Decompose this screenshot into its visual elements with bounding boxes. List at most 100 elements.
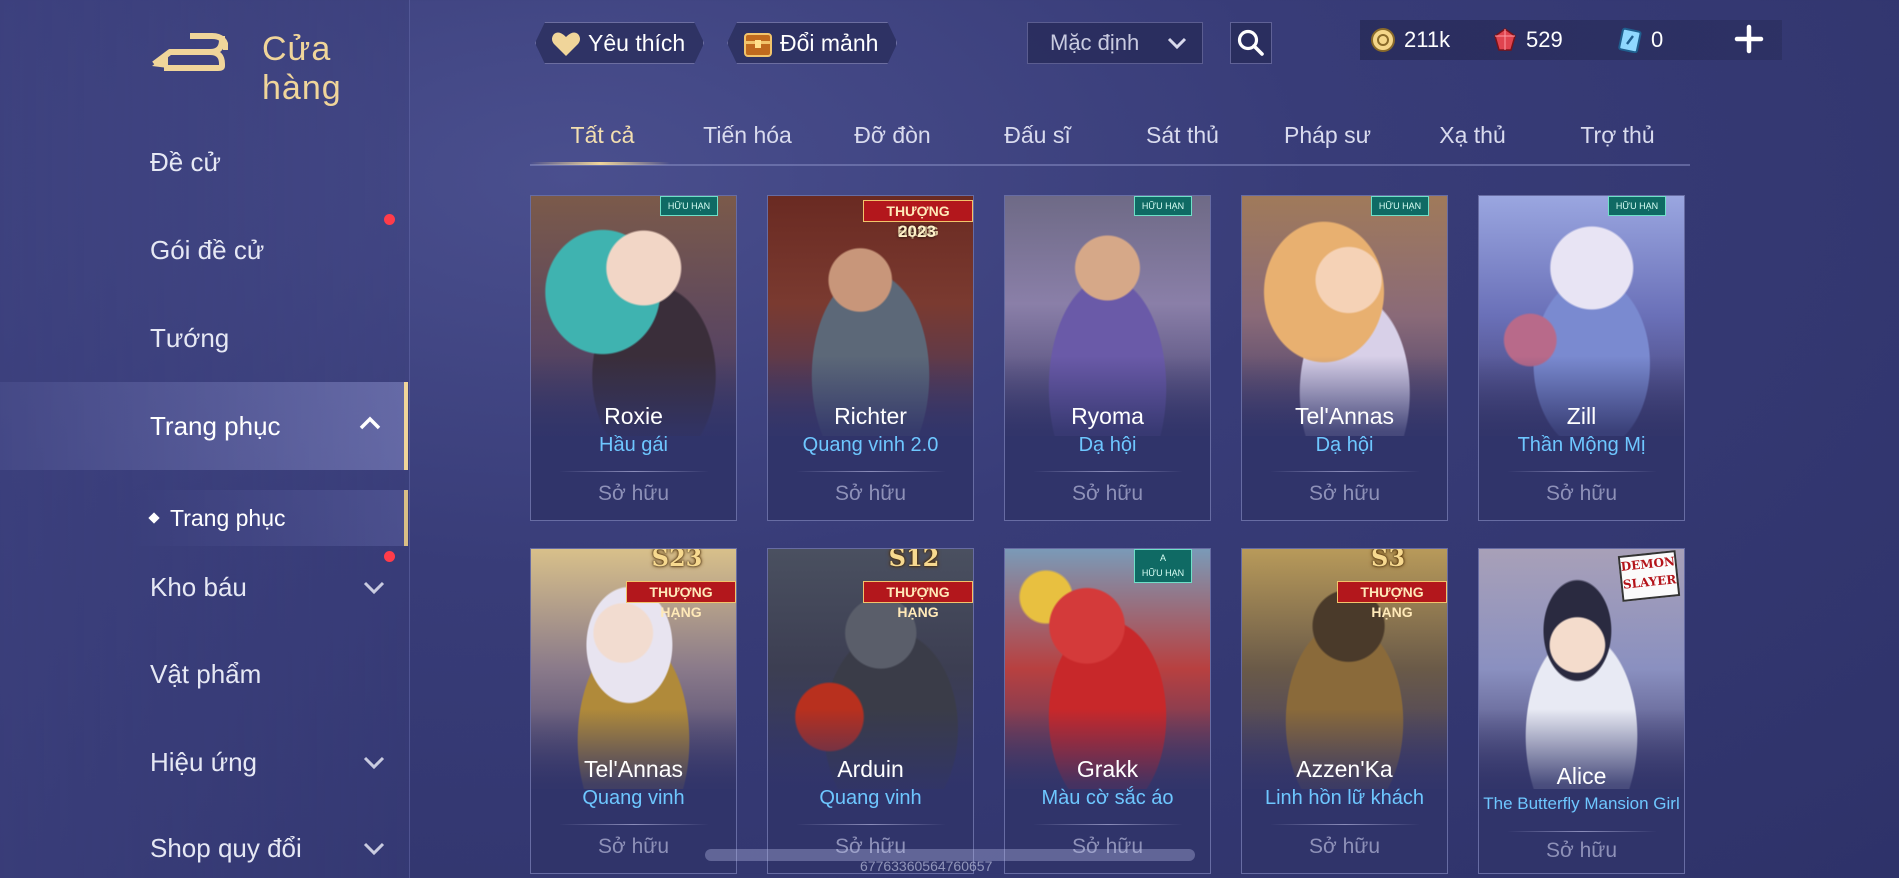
sidebar-item-label: Hiệu ứng (150, 746, 258, 777)
tab-assassin[interactable]: Sát thủ (1110, 122, 1255, 149)
owned-status: Sở hữu (834, 482, 907, 505)
chevron-down-icon (1167, 37, 1187, 50)
tab-all[interactable]: Tất cả (530, 122, 675, 149)
tab-tank[interactable]: Đỡ đòn (820, 122, 965, 149)
divider (1507, 471, 1657, 472)
hero-name: Tel'Annas (1294, 403, 1394, 429)
skin-card[interactable]: HỮU HẠN Roxie Hầu gái Sở hữu (530, 195, 737, 521)
skin-card[interactable]: HỮU HẠN Tel'Annas Dạ hội Sở hữu (1241, 195, 1448, 521)
sidebar-item-label: Vật phẩm (150, 658, 262, 689)
page-title: Cửa hàng (262, 30, 342, 107)
sidebar-item-skins[interactable]: Trang phục (0, 382, 408, 470)
skin-name: Quang vinh 2.0 (802, 434, 939, 456)
skin-name: Dạ hội (1315, 434, 1374, 456)
hero-name: Arduin (837, 756, 904, 782)
exchange-fragments-button[interactable]: Đổi mảnh (727, 22, 897, 64)
rank-badge: THƯỢNG HẠNG (863, 200, 973, 239)
owned-status: Sở hữu (1545, 839, 1618, 862)
owned-status: Sở hữu (1308, 482, 1381, 505)
tab-mage[interactable]: Pháp sư (1255, 122, 1400, 149)
active-tab-indicator (530, 162, 670, 165)
back-arrow-icon[interactable] (150, 28, 229, 72)
tab-marksman[interactable]: Xạ thủ (1400, 122, 1545, 149)
limited-badge-grade: A (1159, 553, 1166, 563)
ruby-currency: 529 (1492, 20, 1563, 60)
sort-dropdown[interactable]: Mặc định (1027, 22, 1203, 64)
chevron-down-icon (363, 581, 385, 595)
skin-name: Dạ hội (1078, 434, 1137, 456)
owned-status: Sở hữu (597, 482, 670, 505)
divider (1033, 824, 1183, 825)
ruby-gem-icon (1494, 28, 1516, 51)
sidebar-item-label: Trang phục (150, 410, 281, 441)
divider (1033, 471, 1183, 472)
skin-card[interactable]: S23 THƯỢNG HẠNG Tel'Annas Quang vinh Sở … (530, 548, 737, 874)
gold-coin-icon (1371, 28, 1395, 52)
hero-name: Roxie (604, 403, 663, 429)
sort-value: Mặc định (1050, 30, 1140, 55)
rank-badge: THƯỢNG HẠNG (863, 581, 973, 620)
favorites-button[interactable]: Yêu thích (535, 22, 704, 64)
season-badge: S23 (651, 548, 703, 572)
favorites-label: Yêu thích (588, 29, 686, 56)
chevron-up-icon (359, 416, 381, 430)
skin-card[interactable]: HỮU HẠN Ryoma Dạ hội Sở hữu (1004, 195, 1211, 521)
sidebar-subitem-skins[interactable]: Trang phục (130, 490, 408, 546)
skin-card[interactable]: DEMON SLAYER Alice The Butterfly Mansion… (1478, 548, 1685, 874)
divider (796, 471, 946, 472)
skin-name: Màu cờ sắc áo (1041, 787, 1174, 809)
hero-name: Alice (1556, 763, 1607, 789)
sidebar-item-label: Shop quy đổi (150, 832, 302, 863)
owned-status: Sở hữu (1308, 835, 1381, 858)
limited-badge: HỮU HẠN (1134, 196, 1192, 216)
skin-name: Thần Mộng Mị (1517, 434, 1646, 456)
skin-name: Hầu gái (599, 434, 668, 456)
sidebar-item-recommended[interactable]: Đề cử (0, 120, 408, 204)
owned-status: Sở hữu (1545, 482, 1618, 505)
skin-name: Quang vinh (582, 787, 685, 809)
sidebar-item-treasure[interactable]: Kho báu (0, 545, 408, 629)
season-badge: S12 (888, 548, 940, 572)
sidebar-item-items[interactable]: Vật phẩm (0, 632, 408, 716)
skin-card[interactable]: S12 THƯỢNG HẠNG Arduin Quang vinh Sở hữu (767, 548, 974, 874)
tab-support[interactable]: Trợ thủ (1545, 122, 1690, 149)
skin-card[interactable]: THƯỢNG HẠNG 2023 Richter Quang vinh 2.0 … (767, 195, 974, 521)
tab-evolution[interactable]: Tiến hóa (675, 122, 820, 149)
divider (796, 824, 946, 825)
sidebar-item-effects[interactable]: Hiệu ứng (0, 720, 408, 804)
sidebar-item-exchange-shop[interactable]: Shop quy đổi (0, 806, 408, 878)
demon-slayer-badge: DEMON SLAYER (1617, 550, 1681, 602)
limited-badge: HỮU HẠN (1371, 196, 1429, 216)
hero-name: Azzen'Ka (1296, 756, 1393, 782)
divider (1270, 471, 1420, 472)
sidebar-item-heroes[interactable]: Tướng (0, 296, 408, 380)
gold-currency: 211k (1370, 20, 1450, 60)
voucher-ticket-icon (1618, 27, 1642, 53)
skin-card[interactable]: A HỮU HẠN Grakk Màu cờ sắc áo Sở hữu (1004, 548, 1211, 874)
divider (1507, 831, 1657, 832)
voucher-currency: 0 (1617, 20, 1663, 60)
skin-card[interactable]: S3 THƯỢNG HẠNG Azzen'Ka Linh hồn lữ khác… (1241, 548, 1448, 874)
build-code: 67763360564760657 (860, 858, 993, 874)
hero-name: Ryoma (1071, 403, 1144, 429)
skin-name: Linh hồn lữ khách (1264, 787, 1425, 809)
sidebar-item-label: Kho báu (150, 571, 247, 602)
ruby-amount: 529 (1526, 27, 1563, 52)
sidebar-item-recommended-packs[interactable]: Gói đề cử (0, 208, 408, 292)
tab-fighter[interactable]: Đấu sĩ (965, 122, 1110, 149)
sidebar-item-label: Đề cử (150, 146, 221, 177)
notification-dot (384, 551, 395, 562)
heart-icon (550, 28, 582, 60)
divider (1270, 824, 1420, 825)
search-button[interactable] (1230, 22, 1272, 64)
exchange-fragments-label: Đổi mảnh (780, 29, 879, 56)
hero-name: Richter (834, 403, 907, 429)
treasure-chest-icon (742, 28, 774, 60)
add-currency-plus-icon[interactable] (1734, 24, 1764, 54)
hero-name: Grakk (1076, 756, 1139, 782)
sidebar-item-label: Gói đề cử (150, 234, 265, 265)
skin-card[interactable]: HỮU HẠN Zill Thần Mộng Mị Sở hữu (1478, 195, 1685, 521)
notification-dot (384, 214, 395, 225)
season-badge: S3 (1370, 548, 1406, 572)
season-year: 2023 (898, 222, 936, 241)
